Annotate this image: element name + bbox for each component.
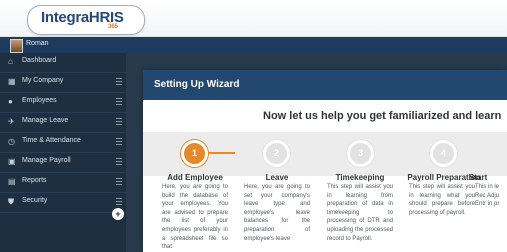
logo-sub: 365	[108, 24, 119, 30]
user-bar	[0, 37, 507, 53]
sidebar-item-label: My Company	[22, 77, 64, 84]
step-1-circle[interactable]: 1	[181, 140, 208, 167]
sidebar-toggle-button[interactable]: +	[112, 208, 124, 220]
step-3-title: Timekeeping	[335, 173, 385, 182]
menu-icon[interactable]	[116, 78, 122, 85]
users-icon: ●	[8, 97, 13, 106]
sidebar-item-security[interactable]: ⛊ Security	[0, 193, 126, 213]
step-4-description: This step will assist you in learning wh…	[409, 184, 475, 216]
sidebar: ⌂ Dashboard ▦ My Company ● Employees ✈ M…	[0, 53, 126, 252]
step-number: 4	[433, 143, 454, 164]
sidebar-item-label: Time & Attendance	[22, 137, 81, 144]
setup-wizard-modal: Setting Up Wizard Now let us help you ge…	[143, 70, 507, 252]
building-icon: ▦	[8, 77, 16, 86]
payroll-icon: ▣	[8, 157, 16, 166]
sidebar-item-dashboard[interactable]: ⌂ Dashboard	[0, 53, 126, 73]
step-2-title: Leave	[265, 173, 289, 182]
menu-icon[interactable]	[116, 178, 122, 185]
step-2-description: Here, you are going to set your company'…	[244, 184, 310, 242]
sidebar-item-label: Dashboard	[22, 57, 57, 64]
step-1-description: Here, you are going to build the databas…	[162, 184, 228, 251]
step-4-circle[interactable]: 4	[430, 140, 457, 167]
step-1-title: Add Employee	[167, 173, 223, 182]
sidebar-item-my-company[interactable]: ▦ My Company	[0, 73, 126, 93]
plane-icon: ✈	[8, 117, 15, 126]
step-3-circle[interactable]: 3	[347, 140, 374, 167]
avatar[interactable]	[10, 39, 23, 53]
sidebar-item-label: Security	[22, 197, 48, 204]
shield-icon: ⛊	[8, 197, 14, 206]
sidebar-item-manage-leave[interactable]: ✈ Manage Leave	[0, 113, 126, 133]
step-5-description: This in le Rec Adju Entr in pr	[475, 184, 500, 208]
clock-icon: ◷	[8, 137, 15, 146]
menu-icon[interactable]	[116, 158, 122, 165]
sidebar-item-label: Manage Leave	[22, 117, 69, 124]
user-name[interactable]: Roman	[26, 40, 49, 47]
sidebar-item-label: Reports	[22, 177, 47, 184]
step-number: 3	[350, 143, 371, 164]
wizard-subtitle: Now let us help you get familiarized and…	[263, 110, 502, 122]
sidebar-item-time-attendance[interactable]: ◷ Time & Attendance	[0, 133, 126, 153]
step-5-title: Start	[469, 173, 488, 182]
menu-icon[interactable]	[116, 138, 122, 145]
reports-icon: ▤	[8, 177, 16, 186]
sidebar-item-manage-payroll[interactable]: ▣ Manage Payroll	[0, 153, 126, 173]
sidebar-item-reports[interactable]: ▤ Reports	[0, 173, 126, 193]
app-header: IntegraHRIS 365	[0, 0, 507, 37]
sidebar-item-employees[interactable]: ● Employees	[0, 93, 126, 113]
home-icon: ⌂	[8, 57, 13, 66]
step-3-description: This step will assist you in learning fr…	[327, 184, 393, 242]
modal-title: Setting Up Wizard	[154, 79, 240, 90]
sidebar-item-label: Manage Payroll	[22, 157, 71, 164]
menu-icon[interactable]	[116, 98, 122, 105]
integrahris-logo[interactable]: IntegraHRIS 365	[27, 5, 145, 35]
menu-icon[interactable]	[116, 198, 122, 205]
menu-icon[interactable]	[116, 118, 122, 125]
step-number: 2	[266, 143, 287, 164]
step-number: 1	[184, 143, 205, 164]
modal-header: Setting Up Wizard	[143, 70, 507, 100]
sidebar-item-label: Employees	[22, 97, 57, 104]
step-2-circle[interactable]: 2	[263, 140, 290, 167]
